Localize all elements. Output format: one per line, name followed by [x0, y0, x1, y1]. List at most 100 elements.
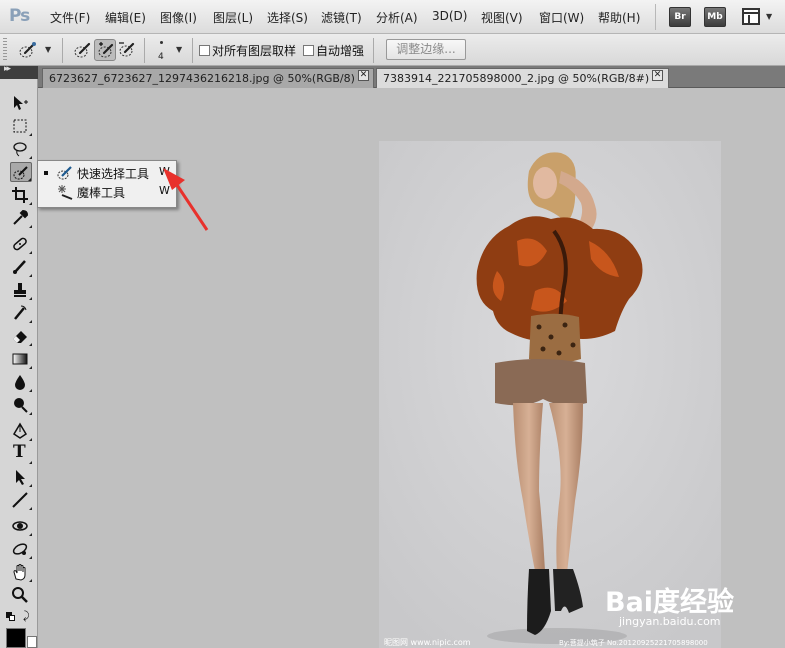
submenu-indicator	[29, 389, 32, 392]
foreground-color-swatch[interactable]	[6, 628, 26, 648]
subtract-selection-brush-icon	[119, 42, 135, 57]
tab-label: 6723627_6723627_1297436216218.jpg @ 50%(…	[49, 72, 355, 85]
swap-colors-icon[interactable]: ⤸	[23, 609, 30, 623]
submenu-indicator	[29, 507, 32, 510]
lasso-icon	[13, 142, 27, 157]
pen-tool[interactable]	[10, 421, 32, 441]
auto-enhance-option[interactable]: 自动增强	[303, 42, 364, 59]
baidu-jingyan-watermark: Bai度经验 jingyan.baidu.com	[605, 580, 755, 635]
type-tool[interactable]: T	[10, 442, 32, 464]
options-separator	[192, 38, 193, 63]
submenu-indicator	[29, 297, 32, 300]
new-selection-brush-icon	[74, 42, 91, 58]
menu-analysis[interactable]: 分析(A)	[376, 9, 418, 26]
menu-view[interactable]: 视图(V)	[481, 9, 523, 26]
auto-enhance-checkbox[interactable]	[303, 45, 314, 56]
menu-edit[interactable]: 编辑(E)	[105, 9, 146, 26]
line-icon	[12, 492, 28, 508]
clone-stamp-tool[interactable]	[10, 280, 32, 300]
annotation-arrow-icon	[163, 168, 209, 231]
add-to-selection-button[interactable]	[94, 39, 116, 61]
shape-tool[interactable]	[10, 490, 32, 510]
submenu-indicator	[29, 156, 32, 159]
quick-selection-tool[interactable]	[10, 162, 32, 182]
3d-orbit-icon	[12, 543, 28, 555]
flyout-item-label: 快速选择工具	[77, 167, 150, 181]
menu-image[interactable]: 图像(I)	[160, 9, 197, 26]
menu-window[interactable]: 窗口(W)	[539, 9, 584, 26]
gradient-icon	[12, 353, 28, 365]
3d-rotate-tool[interactable]	[10, 516, 32, 536]
lasso-tool[interactable]	[10, 139, 32, 159]
close-icon[interactable]: ✕	[358, 70, 369, 81]
close-icon[interactable]: ✕	[652, 70, 663, 81]
auto-enhance-label: 自动增强	[316, 44, 365, 58]
chevron-down-icon[interactable]: ▼	[766, 12, 772, 21]
screen-layout-icon[interactable]	[742, 8, 760, 25]
document-tabs: 6723627_6723627_1297436216218.jpg @ 50%(…	[38, 66, 785, 88]
photoshop-logo: Ps	[9, 6, 30, 26]
crop-tool[interactable]	[10, 185, 32, 205]
add-selection-brush-icon	[98, 42, 114, 58]
chevron-down-icon[interactable]: ▼	[45, 45, 51, 54]
menu-bar: Ps 文件(F) 编辑(E) 图像(I) 图层(L) 选择(S) 滤镜(T) 分…	[0, 0, 785, 34]
mini-bridge-button[interactable]: Mb	[704, 7, 726, 27]
submenu-indicator	[29, 533, 32, 536]
marquee-tool[interactable]	[10, 116, 32, 136]
brush-preview-icon[interactable]	[160, 41, 163, 44]
eraser-icon	[13, 331, 27, 343]
submenu-indicator	[29, 251, 32, 254]
path-selection-tool[interactable]	[10, 467, 32, 487]
gradient-tool[interactable]	[10, 349, 32, 369]
brush-tool[interactable]	[10, 257, 32, 277]
submenu-indicator	[29, 366, 32, 369]
brush-size[interactable]: 4	[158, 52, 164, 62]
quick-selection-icon	[19, 42, 36, 58]
new-selection-button[interactable]	[72, 39, 94, 61]
brush-icon	[13, 260, 26, 274]
submenu-indicator	[29, 133, 32, 136]
history-brush-tool[interactable]	[10, 303, 32, 323]
options-separator	[62, 38, 63, 63]
panel-collapse-toggle[interactable]: ▸▸	[0, 64, 38, 79]
default-colors-icon[interactable]	[6, 612, 16, 622]
eyedropper-tool[interactable]	[10, 208, 32, 228]
menu-3d[interactable]: 3D(D)	[432, 9, 467, 23]
submenu-indicator	[29, 202, 32, 205]
zoom-tool[interactable]	[10, 585, 32, 605]
baidu-url: jingyan.baidu.com	[619, 615, 721, 628]
rectangular-marquee-icon	[13, 119, 27, 133]
crop-icon	[12, 187, 28, 203]
dodge-tool[interactable]	[10, 395, 32, 415]
move-tool[interactable]	[10, 93, 32, 113]
sample-all-layers-checkbox[interactable]	[199, 45, 210, 56]
tab-document-1[interactable]: 6723627_6723627_1297436216218.jpg @ 50%(…	[42, 68, 374, 88]
menu-layer[interactable]: 图层(L)	[213, 9, 253, 26]
menu-file[interactable]: 文件(F)	[50, 9, 90, 26]
bridge-button[interactable]: Br	[669, 7, 691, 27]
magnifier-icon	[12, 587, 28, 603]
options-bar: ▼ 4 ▼ 对所有图层取样 自动增强 调整边缘...	[0, 34, 785, 66]
sample-all-layers-option[interactable]: 对所有图层取样	[199, 42, 296, 59]
hand-tool[interactable]	[10, 562, 32, 582]
options-grip[interactable]	[3, 38, 7, 62]
menu-filter[interactable]: 滤镜(T)	[321, 9, 362, 26]
healing-brush-tool[interactable]	[10, 234, 32, 254]
3d-orbit-tool[interactable]	[10, 539, 32, 559]
refine-edge-button[interactable]: 调整边缘...	[386, 39, 466, 60]
menu-select[interactable]: 选择(S)	[267, 9, 308, 26]
subtract-selection-button[interactable]	[116, 39, 138, 61]
tab-document-2[interactable]: 7383914_221705898000_2.jpg @ 50%(RGB/8#)	[376, 68, 669, 88]
submenu-indicator	[29, 484, 32, 487]
blur-tool[interactable]	[10, 372, 32, 392]
submenu-indicator	[29, 274, 32, 277]
menu-help[interactable]: 帮助(H)	[598, 9, 640, 26]
eraser-tool[interactable]	[10, 326, 32, 346]
tool-preset-picker[interactable]	[17, 39, 39, 61]
magic-wand-icon	[58, 185, 73, 200]
background-color-swatch[interactable]	[27, 636, 37, 648]
watermark-left: 昵图网 www.nipic.com	[384, 638, 471, 647]
chevron-down-icon[interactable]: ▼	[176, 45, 182, 54]
move-icon	[14, 96, 28, 110]
document-image[interactable]: 昵图网 www.nipic.com By:菩提小筑子 No.2012092522…	[379, 141, 721, 648]
